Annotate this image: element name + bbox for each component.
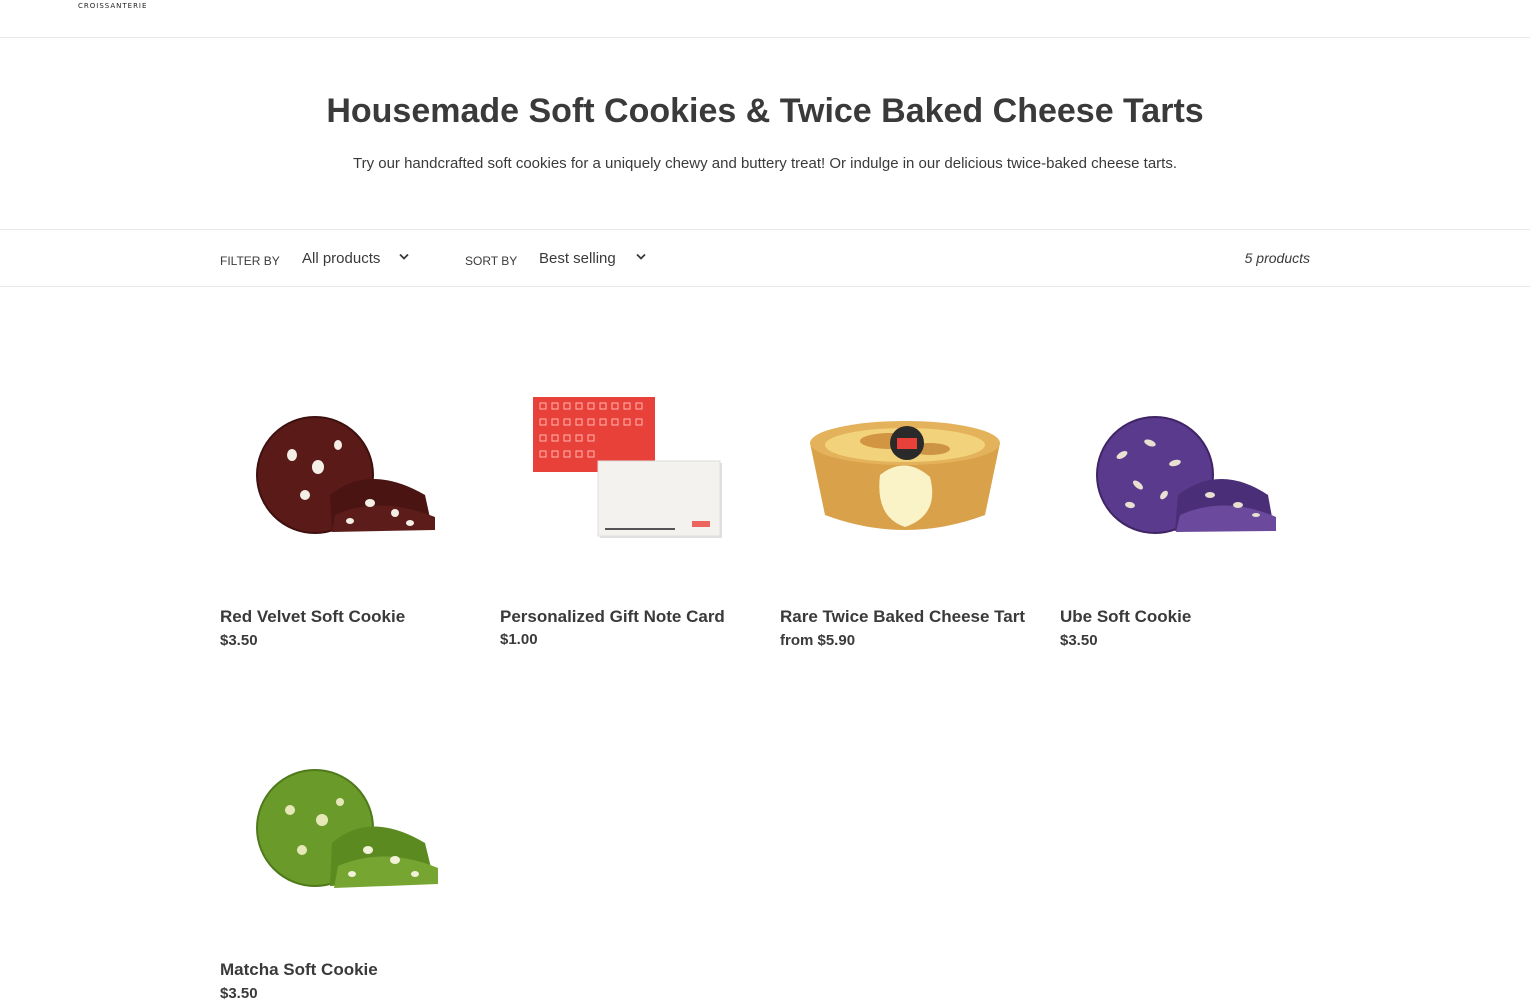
- sort-select-value: Best selling: [539, 250, 616, 267]
- product-name[interactable]: Ube Soft Cookie: [1060, 607, 1191, 627]
- product-price: $3.50: [1060, 632, 1098, 649]
- sort-select[interactable]: Best selling: [539, 250, 649, 267]
- site-logo[interactable]: CROISSANTERIE: [78, 2, 147, 10]
- chevron-down-icon: [399, 253, 409, 264]
- product-name[interactable]: Personalized Gift Note Card: [500, 607, 725, 627]
- product-price: from $5.90: [780, 632, 856, 649]
- cheese-tart-image[interactable]: [780, 345, 1030, 595]
- product-price: $3.50: [220, 632, 258, 649]
- site-header: CROISSANTERIE: [0, 0, 1530, 38]
- product-count: 5 products: [1244, 250, 1310, 266]
- ube-cookie-image[interactable]: [1060, 345, 1310, 595]
- collection-description: Try our handcrafted soft cookies for a u…: [352, 155, 1178, 172]
- gift-note-card-image[interactable]: [500, 345, 750, 595]
- product-name[interactable]: Red Velvet Soft Cookie: [220, 607, 405, 627]
- collection-toolbar: Filter by All products Sort by Best sell…: [0, 229, 1530, 287]
- red-velvet-cookie-image[interactable]: [220, 345, 470, 595]
- collection-title: Housemade Soft Cookies & Twice Baked Che…: [326, 92, 1204, 130]
- sort-label: Sort by: [465, 254, 518, 268]
- filter-select-value: All products: [302, 250, 381, 267]
- filter-select[interactable]: All products: [302, 250, 412, 267]
- matcha-cookie-image[interactable]: [220, 698, 470, 948]
- product-name[interactable]: Rare Twice Baked Cheese Tart: [780, 607, 1025, 627]
- product-price: $1.00: [500, 631, 538, 648]
- filter-label: Filter by: [220, 254, 280, 268]
- product-price: $3.50: [220, 985, 258, 1000]
- chevron-down-icon: [636, 253, 646, 264]
- product-name[interactable]: Matcha Soft Cookie: [220, 960, 378, 980]
